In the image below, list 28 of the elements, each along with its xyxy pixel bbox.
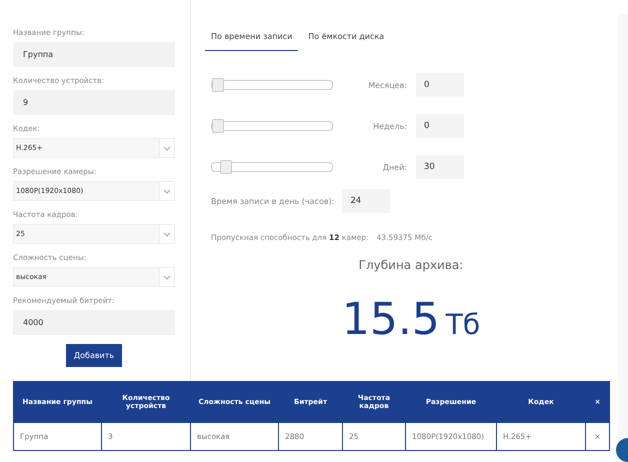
input-field[interactable]: 30 [416,155,464,179]
slider[interactable] [211,80,333,90]
chevron-down-icon [163,274,171,280]
input-field[interactable]: 4000 [13,310,175,335]
field-label: Дней: [382,162,407,172]
chevron-down-icon [163,146,171,150]
slider-thumb[interactable] [212,119,224,133]
tab[interactable]: По ёмкости диска [302,32,390,51]
round-button[interactable] [616,438,628,462]
field-label: Недель: [372,122,407,130]
slider[interactable] [211,121,333,131]
slider-thumb[interactable] [212,78,224,92]
slider-thumb[interactable] [220,160,232,174]
input-field[interactable]: 0 [416,114,464,138]
input-field[interactable]: 24 [342,189,390,213]
slider[interactable] [211,162,333,172]
field-label: Месяцев: [367,80,407,90]
archive-value: 15.5 [342,294,440,345]
chevron-down-icon [163,188,171,194]
add-button[interactable]: Добавить [66,344,122,367]
archive-unit: Тб [446,308,480,341]
chevron-down-icon [163,232,171,236]
input-field[interactable]: 0 [416,73,464,97]
field-label: Время записи в день (часов): [211,196,334,206]
input-field[interactable]: 9 [13,90,175,115]
input-field[interactable]: Группа [13,42,175,67]
archive-title: Глубина архива: [358,258,464,272]
tab[interactable]: По времени записи [205,32,298,51]
